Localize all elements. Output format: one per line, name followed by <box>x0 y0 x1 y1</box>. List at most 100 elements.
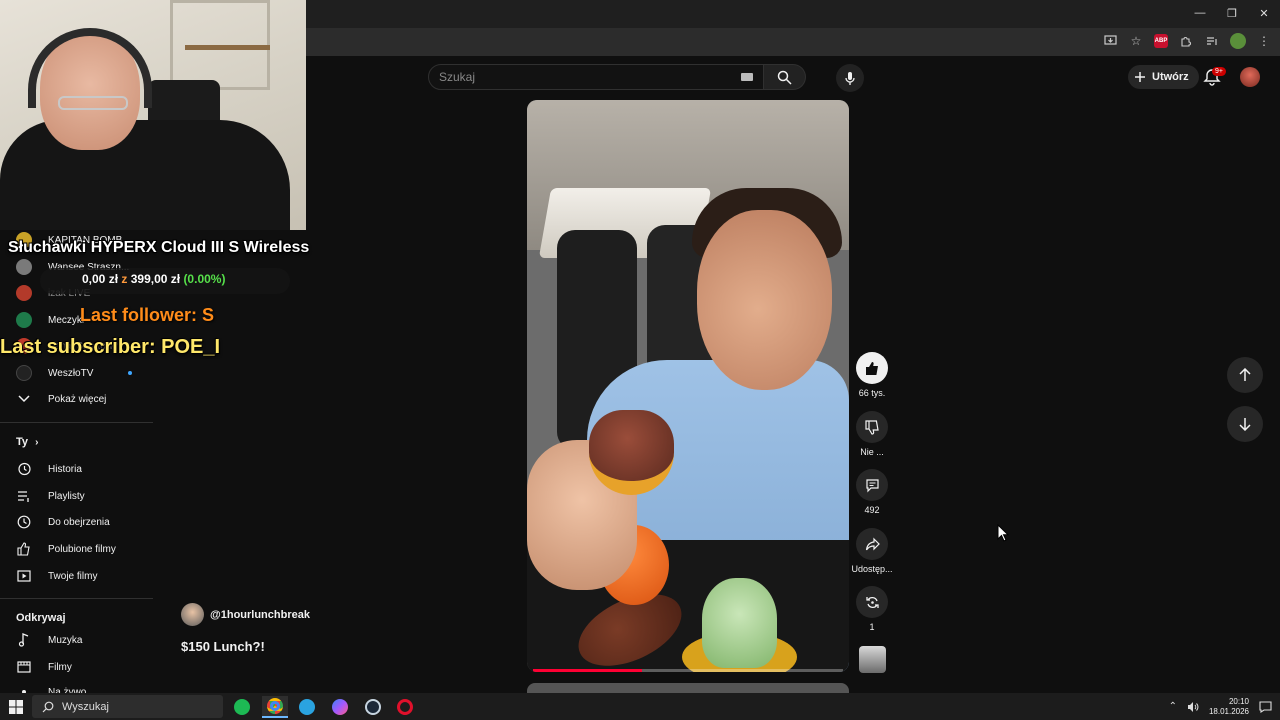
reading-list-icon[interactable] <box>1204 33 1220 49</box>
clock-date: 18.01.2026 <box>1208 706 1249 716</box>
sidebar-item-label: Historia <box>48 463 82 475</box>
watch-later-icon <box>16 514 32 530</box>
youtube-header: Utwórz 9+ <box>306 58 1280 96</box>
comment-icon <box>865 478 879 492</box>
comments-button[interactable] <box>856 469 888 501</box>
remix-icon <box>865 596 879 608</box>
windows-taskbar: ⌃ 20:10 18.01.2026 <box>0 693 1280 720</box>
you-section-label: Ty <box>16 436 29 448</box>
video-progress-bar[interactable] <box>533 669 843 672</box>
short-title: $150 Lunch?! <box>181 639 265 654</box>
taskbar-app-chrome[interactable] <box>262 696 288 718</box>
taskbar-clock[interactable]: 20:10 18.01.2026 <box>1209 697 1249 717</box>
comments-count: 492 <box>864 505 880 515</box>
short-channel-handle[interactable]: @1hourlunchbreak <box>210 609 310 621</box>
price-goal: 399,00 zł <box>130 272 181 286</box>
taskbar-search-input[interactable] <box>62 700 212 713</box>
chevron-right-icon: › <box>35 437 39 448</box>
previous-short-button[interactable] <box>1227 357 1263 393</box>
windows-start-icon[interactable] <box>9 700 23 714</box>
steam-icon <box>365 699 381 715</box>
search-button[interactable] <box>764 64 806 90</box>
bookmark-star-icon[interactable]: ☆ <box>1128 33 1144 49</box>
sidebar-item-watch-later[interactable]: Do obejrzenia <box>0 510 153 534</box>
you-section-title[interactable]: Ty › <box>16 436 38 448</box>
sidebar-item-movies[interactable]: Filmy <box>0 655 153 679</box>
user-avatar[interactable] <box>1240 67 1260 87</box>
share-action: Udostęp... <box>851 528 893 574</box>
volume-icon[interactable] <box>1187 701 1199 713</box>
window-controls: — ❐ ✕ <box>1184 0 1280 28</box>
create-label: Utwórz <box>1152 71 1189 83</box>
voice-search-button[interactable] <box>836 64 864 92</box>
notifications-badge: 9+ <box>1212 67 1226 76</box>
sidebar-item-label: Twoje filmy <box>48 570 98 582</box>
share-label: Udostęp... <box>851 564 893 574</box>
comments-action: 492 <box>851 469 893 515</box>
sidebar-item-playlists[interactable]: Playlisty <box>0 484 153 508</box>
playlist-icon <box>16 488 32 504</box>
profile-avatar-icon[interactable] <box>1230 33 1246 49</box>
sidebar-divider <box>0 422 153 423</box>
like-action: 66 tys. <box>851 352 893 398</box>
share-button[interactable] <box>856 528 888 560</box>
install-app-icon[interactable] <box>1102 33 1118 49</box>
taskbar-app-steam[interactable] <box>360 696 386 718</box>
create-button[interactable]: Utwórz <box>1128 65 1199 89</box>
menu-kebab-icon[interactable]: ⋮ <box>1256 33 1272 49</box>
adblock-icon[interactable]: ABP <box>1154 34 1168 48</box>
toolbar-icons: ☆ ABP ⋮ <box>1102 33 1272 49</box>
video-person-head <box>697 210 832 390</box>
show-more-label: Pokaż więcej <box>48 393 107 405</box>
sidebar: KAPITAN BOMB... Wansee Straszn... izak L… <box>0 230 153 698</box>
minimize-button[interactable]: — <box>1184 0 1216 26</box>
short-channel-avatar[interactable] <box>181 603 204 626</box>
explore-section-title: Odkrywaj <box>16 612 66 624</box>
webcam-person-body <box>0 120 290 230</box>
sidebar-item-your-videos[interactable]: Twoje filmy <box>0 564 153 588</box>
spotify-icon <box>234 699 250 715</box>
sidebar-item-label: Polubione filmy <box>48 543 116 555</box>
remix-count: 1 <box>869 622 875 632</box>
sub-label: Meczyki <box>48 314 85 326</box>
tray-chevron-up-icon[interactable]: ⌃ <box>1169 701 1177 712</box>
search-icon <box>42 701 54 712</box>
search-input[interactable] <box>439 70 739 84</box>
channel-avatar <box>16 285 32 301</box>
taskbar-search[interactable] <box>32 695 223 718</box>
sidebar-item-label: Do obejrzenia <box>48 516 110 528</box>
taskbar-app-opera[interactable] <box>392 696 418 718</box>
chrome-icon <box>267 698 283 714</box>
system-tray: ⌃ 20:10 18.01.2026 <box>1169 693 1272 720</box>
remix-button[interactable] <box>856 586 888 618</box>
sidebar-item-music[interactable]: Muzyka <box>0 628 153 652</box>
taskbar-app-telegram[interactable] <box>294 696 320 718</box>
keyboard-icon[interactable] <box>741 73 753 81</box>
price-current: 0,00 zł <box>82 272 119 286</box>
short-video-player[interactable] <box>527 100 849 672</box>
short-channel-info[interactable]: @1hourlunchbreak <box>181 603 310 626</box>
overlay-price: 0,00 zł z 399,00 zł (0.00%) <box>82 272 225 286</box>
channel-thumbnail[interactable] <box>859 646 886 673</box>
like-button[interactable] <box>856 352 888 384</box>
your-videos-icon <box>16 568 32 584</box>
price-percent: (0.00%) <box>183 272 226 286</box>
video-progress-fill <box>533 669 642 672</box>
restore-button[interactable]: ❐ <box>1216 0 1248 26</box>
show-more-button[interactable]: Pokaż więcej <box>0 387 153 411</box>
notifications-icon[interactable] <box>1259 700 1272 713</box>
search-icon <box>777 70 792 85</box>
taskbar-app-messenger[interactable] <box>327 696 353 718</box>
sidebar-sub-item[interactable]: WeszłoTV <box>0 363 153 383</box>
sidebar-item-label: Muzyka <box>48 634 83 646</box>
dislike-button[interactable] <box>856 411 888 443</box>
like-count: 66 tys. <box>858 388 886 398</box>
sidebar-item-liked[interactable]: Polubione filmy <box>0 537 153 561</box>
taskbar-app-spotify[interactable] <box>229 696 255 718</box>
next-short-button[interactable] <box>1227 406 1263 442</box>
close-button[interactable]: ✕ <box>1248 0 1280 26</box>
price-separator: z <box>121 272 128 286</box>
extensions-puzzle-icon[interactable] <box>1178 33 1194 49</box>
sidebar-item-history[interactable]: Historia <box>0 457 153 481</box>
video-dessert-bitten <box>589 410 674 495</box>
